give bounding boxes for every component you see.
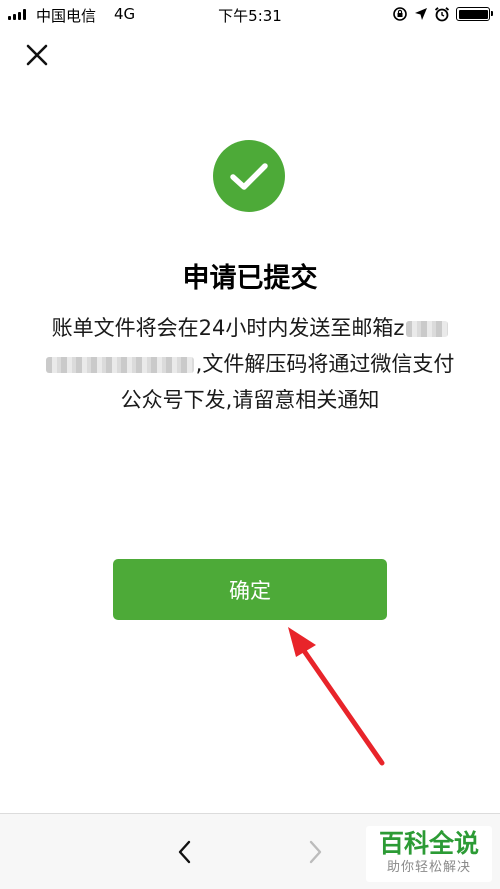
message-line-1: 账单文件将会在24小时内发送至邮箱z <box>51 316 405 340</box>
message-line-3: 公众号下发,请留意相关通知 <box>120 388 380 412</box>
back-button[interactable] <box>172 836 198 868</box>
close-icon <box>26 44 48 66</box>
page-title: 申请已提交 <box>182 263 318 294</box>
watermark-logo: 百科全说 助你轻松解决 <box>366 826 492 882</box>
close-button[interactable] <box>22 40 52 70</box>
forward-button[interactable] <box>302 836 328 868</box>
watermark-subtitle: 助你轻松解决 <box>386 860 471 875</box>
message-line-2: ,文件解压码将通过微信支付 <box>195 352 455 376</box>
screen: 中国电信 4G 下午5:31 申请已提交 账单文件将会在24小时内发送至邮箱z … <box>0 0 500 889</box>
screen-rotation-lock-icon <box>393 7 407 21</box>
confirm-button[interactable]: 确定 <box>113 559 387 620</box>
status-icons <box>392 6 493 22</box>
battery-icon <box>456 7 493 21</box>
chevron-right-icon <box>309 840 322 864</box>
blurred-email-part-2 <box>45 357 194 373</box>
status-bar: 中国电信 4G 下午5:31 <box>0 0 500 30</box>
alarm-icon <box>434 7 450 22</box>
result-message: 账单文件将会在24小时内发送至邮箱z ,文件解压码将通过微信支付 公众号下发,请… <box>32 310 468 418</box>
success-check-icon <box>213 140 285 212</box>
chevron-left-icon <box>178 840 191 864</box>
annotation-arrow-icon <box>288 627 385 766</box>
blurred-email-part-1 <box>406 321 449 337</box>
location-arrow-icon <box>415 8 427 20</box>
watermark-title: 百科全说 <box>378 829 479 858</box>
